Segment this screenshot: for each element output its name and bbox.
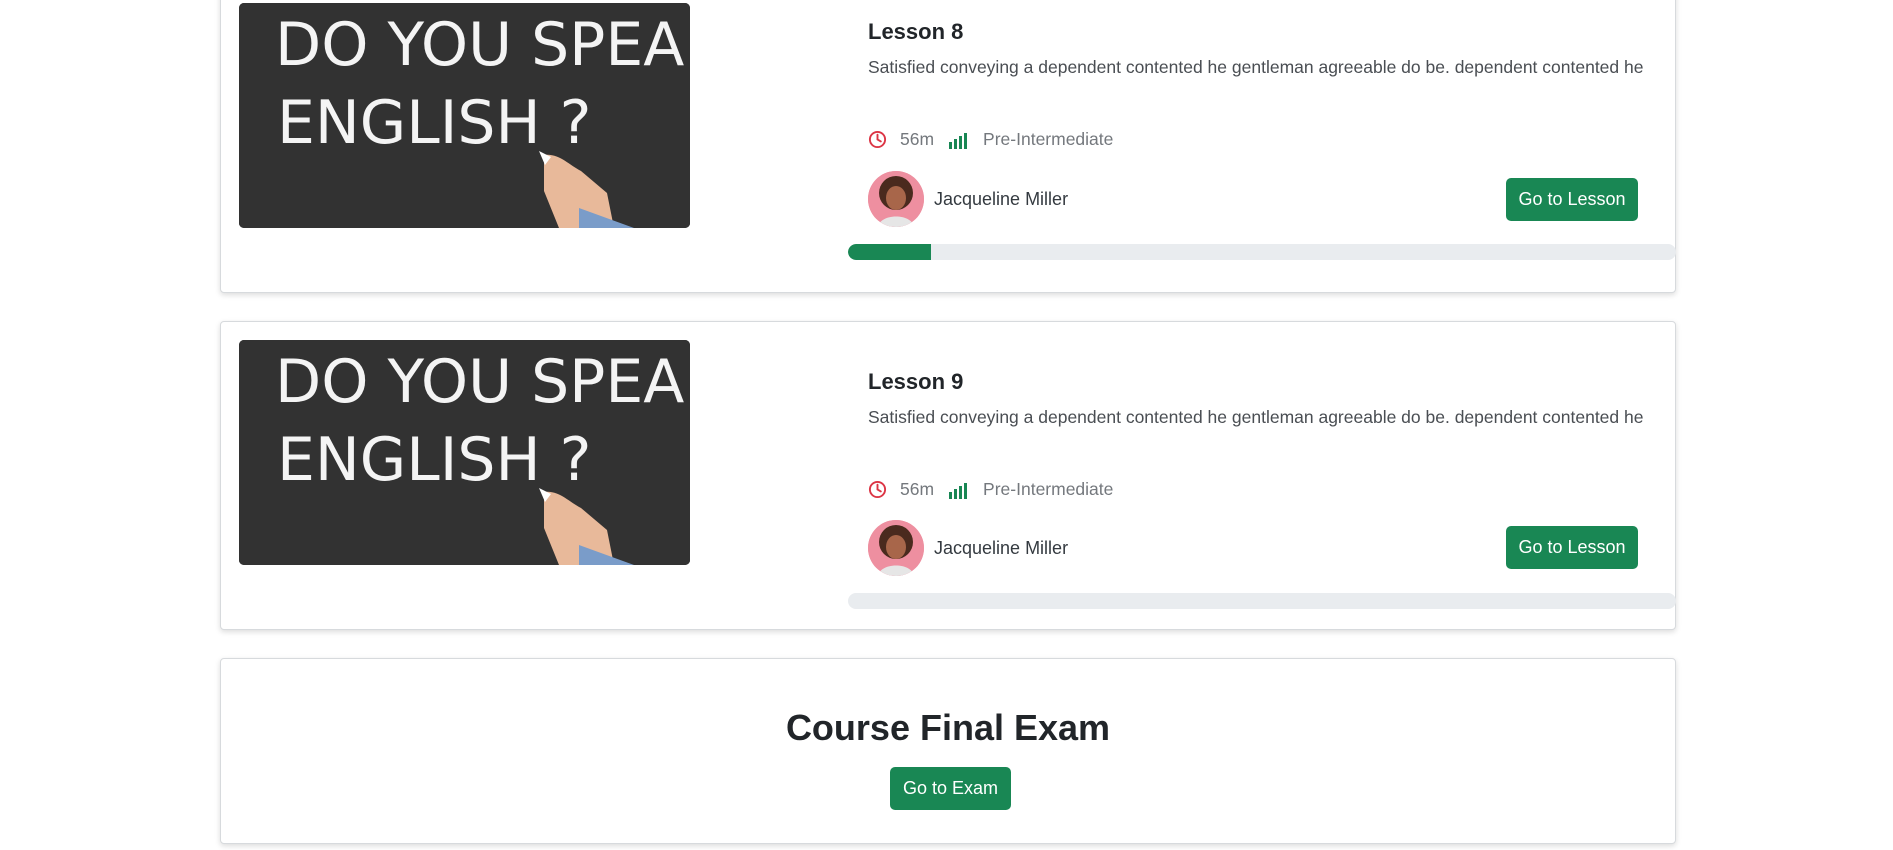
thumbnail-text-line-1: DO YOU SPEAK	[275, 10, 690, 80]
exam-title: Course Final Exam	[785, 707, 1111, 748]
avatar	[868, 520, 924, 576]
author-name: Jacqueline Miller	[934, 188, 1069, 209]
go-to-exam-button[interactable]: Go to Exam	[890, 767, 1011, 810]
lesson-thumbnail: DO YOU SPEAK ENGLISH ?	[239, 340, 690, 565]
lesson-author: Jacqueline Miller	[868, 520, 1068, 576]
exam-card: Course Final Exam Go to Exam	[220, 658, 1676, 844]
lesson-author: Jacqueline Miller	[868, 171, 1068, 227]
thumbnail-text-line-2: ENGLISH ?	[277, 425, 592, 495]
signal-bars-icon	[949, 132, 968, 149]
go-to-lesson-button[interactable]: Go to Lesson	[1506, 526, 1638, 569]
lesson-meta: 56m Pre-Intermediate	[868, 479, 1113, 500]
author-name: Jacqueline Miller	[934, 537, 1069, 558]
lesson-level: Pre-Intermediate	[983, 129, 1114, 149]
go-to-lesson-button[interactable]: Go to Lesson	[1506, 178, 1638, 221]
clock-icon	[868, 130, 887, 149]
lesson-description: Satisfied conveying a dependent contente…	[868, 57, 1644, 77]
lesson-progress-bar	[848, 244, 1676, 260]
thumbnail-text-line-1: DO YOU SPEAK	[275, 347, 690, 417]
lesson-progress-fill	[848, 244, 931, 260]
clock-icon	[868, 480, 887, 499]
lesson-card: DO YOU SPEAK ENGLISH ? Lesson 9 Satisfie…	[220, 321, 1676, 630]
lesson-title: Lesson 9	[868, 369, 964, 394]
avatar	[868, 171, 924, 227]
lesson-level: Pre-Intermediate	[983, 479, 1114, 499]
signal-bars-icon	[949, 482, 968, 499]
thumbnail-text-line-2: ENGLISH ?	[277, 88, 592, 158]
lesson-thumbnail: DO YOU SPEAK ENGLISH ?	[239, 3, 690, 228]
lesson-title: Lesson 8	[868, 19, 964, 44]
lesson-description: Satisfied conveying a dependent contente…	[868, 407, 1644, 427]
lesson-meta: 56m Pre-Intermediate	[868, 129, 1113, 150]
lesson-progress-bar	[848, 593, 1676, 609]
lesson-card: DO YOU SPEAK ENGLISH ? Lesson 8 Satisfie…	[220, 0, 1676, 293]
lesson-duration: 56m	[900, 479, 935, 499]
lesson-duration: 56m	[900, 129, 935, 149]
